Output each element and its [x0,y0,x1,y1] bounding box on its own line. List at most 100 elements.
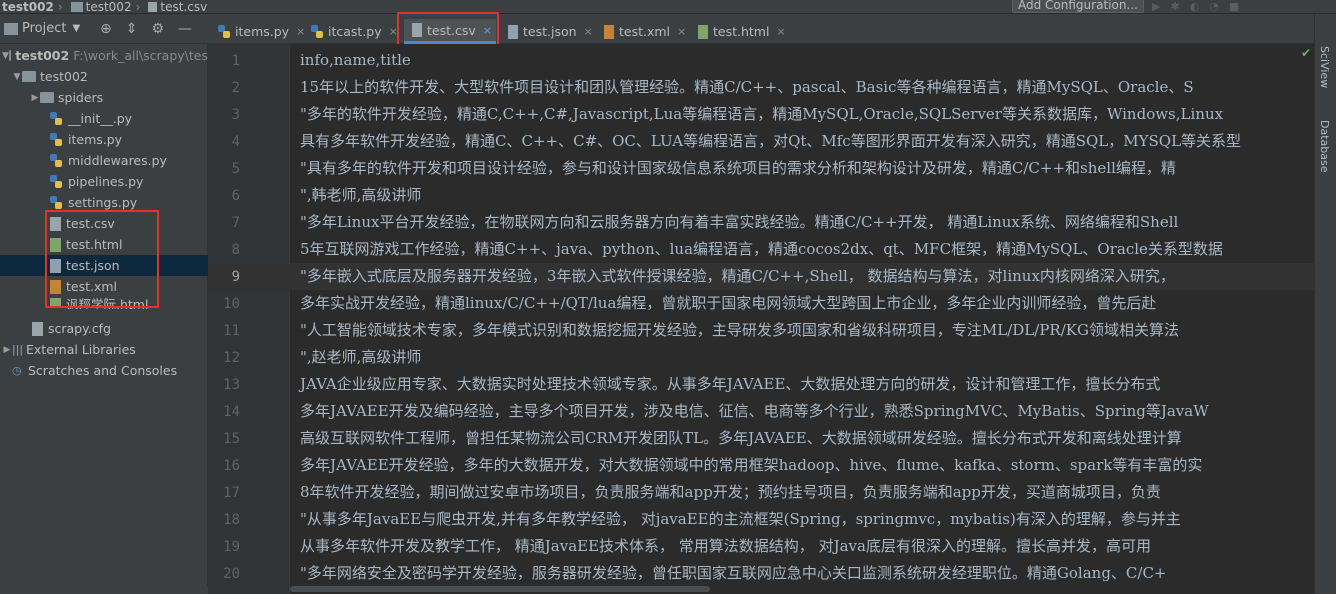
right-tool-strip: SciView Database [1314,14,1336,594]
editor-line[interactable]: ",韩老师,高级讲师 [300,182,421,209]
tab-test-json[interactable]: test.json × [508,19,593,44]
tree-item-root[interactable]: ▼ test002 F:\work_all\scrapy\tes [0,45,208,66]
editor-line[interactable]: 具有多年软件开发经验，精通C、C++、C#、OC、LUA等编程语言，对Qt、Mf… [300,128,1241,155]
chevron-down-icon[interactable]: ▼ [12,72,22,82]
line-number: 19 [223,539,240,555]
line-number: 14 [223,404,240,420]
editor-line[interactable]: 从事多年软件开发及教学工作， 精通JavaEE技术体系， 常用算法数据结构， 对… [300,533,1151,560]
line-number: 4 [231,134,240,150]
sciview-tab[interactable]: SciView [1318,46,1331,88]
editor-line[interactable]: "多年的软件开发经验，精通C,C++,C#,Javascript,Lua等编程语… [300,101,1223,128]
tab-itcast-py[interactable]: itcast.py × [311,19,398,44]
hide-icon[interactable]: — [178,21,192,37]
breadcrumb-separator: › [135,0,141,14]
run-toolbar: ▶ ✱ ◐ ◔ ■ [1152,0,1239,13]
line-number: 8 [231,242,240,258]
run-icon[interactable]: ▶ [1152,0,1160,13]
stop-icon[interactable]: ■ [1229,0,1239,13]
tree-item-middlewares-py[interactable]: middlewares.py [0,150,208,171]
debug-icon[interactable]: ✱ [1170,0,1179,13]
editor-line[interactable]: 多年JAVAEE开发及编码经验，主导多个项目开发，涉及电信、征信、电商等多个行业… [300,398,1209,425]
library-icon: ||| [12,343,24,356]
collapse-all-icon[interactable]: ⇕ [126,21,138,37]
editor-line[interactable]: "多年Linux平台开发经验，在物联网方向和云服务器方向有着丰富实践经验。精通C… [300,209,1178,236]
line-number: 11 [223,323,240,339]
locate-icon[interactable]: ⊕ [100,21,112,37]
line-number: 10 [223,296,240,312]
folder-icon [8,50,12,61]
chevron-right-icon[interactable]: ▶ [30,93,40,103]
config-file-icon [32,321,43,336]
profile-icon[interactable]: ◔ [1209,0,1219,13]
project-tree: ▼ test002 F:\work_all\scrapy\tes ▼ test0… [0,44,208,594]
folder-icon [22,71,36,82]
close-icon[interactable]: × [677,25,686,38]
database-tab[interactable]: Database [1318,120,1331,173]
breadcrumb-item-package[interactable]: › test002 [54,0,132,13]
folder-icon [70,1,83,12]
coverage-icon[interactable]: ◐ [1190,0,1200,13]
tree-item-init-py[interactable]: __init__.py [0,108,208,129]
line-number: 3 [231,107,240,123]
editor-line[interactable]: 多年JAVAEE开发经验，多年的大数据开发，对大数据领域中的常用框架hadoop… [300,452,1202,479]
bottom-tool-tabs [0,586,208,594]
editor-line[interactable]: 多年实战开发经验，精通linux/C/C++/QT/lua编程，曾就职于国家电网… [300,290,1156,317]
editor-line[interactable]: 高级互联网软件工程师，曾担任某物流公司CRM开发团队TL。多年JAVAEE、大数… [300,425,1182,452]
close-icon[interactable]: × [296,25,305,38]
project-path: F:\work_all\scrapy\tes [73,48,208,63]
editor-line[interactable]: 8年软件开发经验，期间做过安卓市场项目，负责服务端和app开发；预约挂号项目，负… [300,479,1161,506]
project-panel-header: Project ▼ ⊕ ⇕ ⚙ — [0,14,208,44]
highlight-box [45,210,159,308]
editor-line[interactable]: "从事多年JavaEE与爬虫开发,并有多年教学经验， 对javaEE的主流框架(… [300,506,1181,533]
line-number: 7 [231,215,240,231]
editor-line[interactable]: "多年网络安全及密码学开发经验，服务器研发经验，曾任职国家互联网应急中心关口监测… [300,560,1167,584]
horizontal-scrollbar[interactable] [290,584,1314,594]
editor-line[interactable]: ",赵老师,高级讲师 [300,344,421,371]
project-panel-title[interactable]: Project [22,21,66,36]
tree-item-scrapy-cfg[interactable]: scrapy.cfg [0,318,208,339]
tab-test-html[interactable]: test.html × [698,19,786,44]
python-file-icon [311,24,323,39]
editor-tab-bar: items.py × itcast.py × test.csv × test.j… [208,14,1314,44]
line-number-gutter: 1 2 3 4 5 6 7 8 9 10 11 12 13 14 15 16 1… [208,44,290,594]
tab-test-xml[interactable]: test.xml × [604,19,686,44]
tree-item-scratches[interactable]: ◷ Scratches and Consoles [0,360,208,381]
chevron-down-icon[interactable]: ▼ [2,51,9,61]
line-number: 12 [223,350,240,366]
line-number: 17 [223,485,240,501]
tree-item-spiders[interactable]: ▶ spiders [0,87,208,108]
tree-item-pipelines-py[interactable]: pipelines.py [0,171,208,192]
tree-item-items-py[interactable]: items.py [0,129,208,150]
chevron-right-icon[interactable]: ▶ [2,345,12,355]
python-file-icon [50,195,63,210]
editor-line[interactable]: "多年嵌入式底层及服务器开发经验，3年嵌入式软件授课经验，精通C/C++,She… [300,263,1175,290]
python-file-icon [50,132,63,147]
tab-items-py[interactable]: items.py × [218,19,305,44]
scratches-icon: ◷ [12,364,22,377]
html-file-icon [698,24,708,39]
breadcrumb-item-project[interactable]: test002 [2,0,54,13]
gear-icon[interactable]: ⚙ [151,21,164,37]
code-editor[interactable]: info,name,title 15年以上的软件开发、大型软件项目设计和团队管理… [290,44,1314,584]
inspection-ok-icon[interactable]: ✔ [1301,46,1311,60]
editor-line[interactable]: 15年以上的软件开发、大型软件项目设计和团队管理经验。精通C/C++、pasca… [300,74,1194,101]
editor-line[interactable]: JAVA企业级应用专家、大数据实时处理技术领域专家。从事多年JAVAEE、大数据… [300,371,1160,398]
editor-line[interactable]: "具有多年的软件开发和项目设计经验，参与和设计国家级信息系统项目的需求分析和架构… [300,155,1176,182]
line-number: 13 [223,377,240,393]
editor-line[interactable]: info,name,title [300,47,411,74]
close-icon[interactable]: × [776,25,785,38]
tree-item-external-libraries[interactable]: ▶ ||| External Libraries [0,339,208,360]
close-icon[interactable]: × [584,25,593,38]
editor-line[interactable]: "人工智能领域技术专家，多年模式识别和数据挖掘开发经验，主导研发多项国家和省级科… [300,317,1179,344]
python-file-icon [218,24,230,39]
line-number: 1 [231,53,240,69]
chevron-down-icon[interactable]: ▼ [72,23,80,34]
project-icon [4,22,18,35]
scrollbar-thumb[interactable] [290,586,710,592]
tree-item-package[interactable]: ▼ test002 [0,66,208,87]
add-configuration-button[interactable]: Add Configuration... [1012,0,1144,13]
editor-line[interactable]: 5年互联网游戏工作经验，精通C++、java、python、lua编程语言，精通… [300,236,1223,263]
breadcrumb-item-file[interactable]: › test.csv [132,0,208,14]
line-number: 5 [231,161,240,177]
line-number: 6 [231,188,240,204]
